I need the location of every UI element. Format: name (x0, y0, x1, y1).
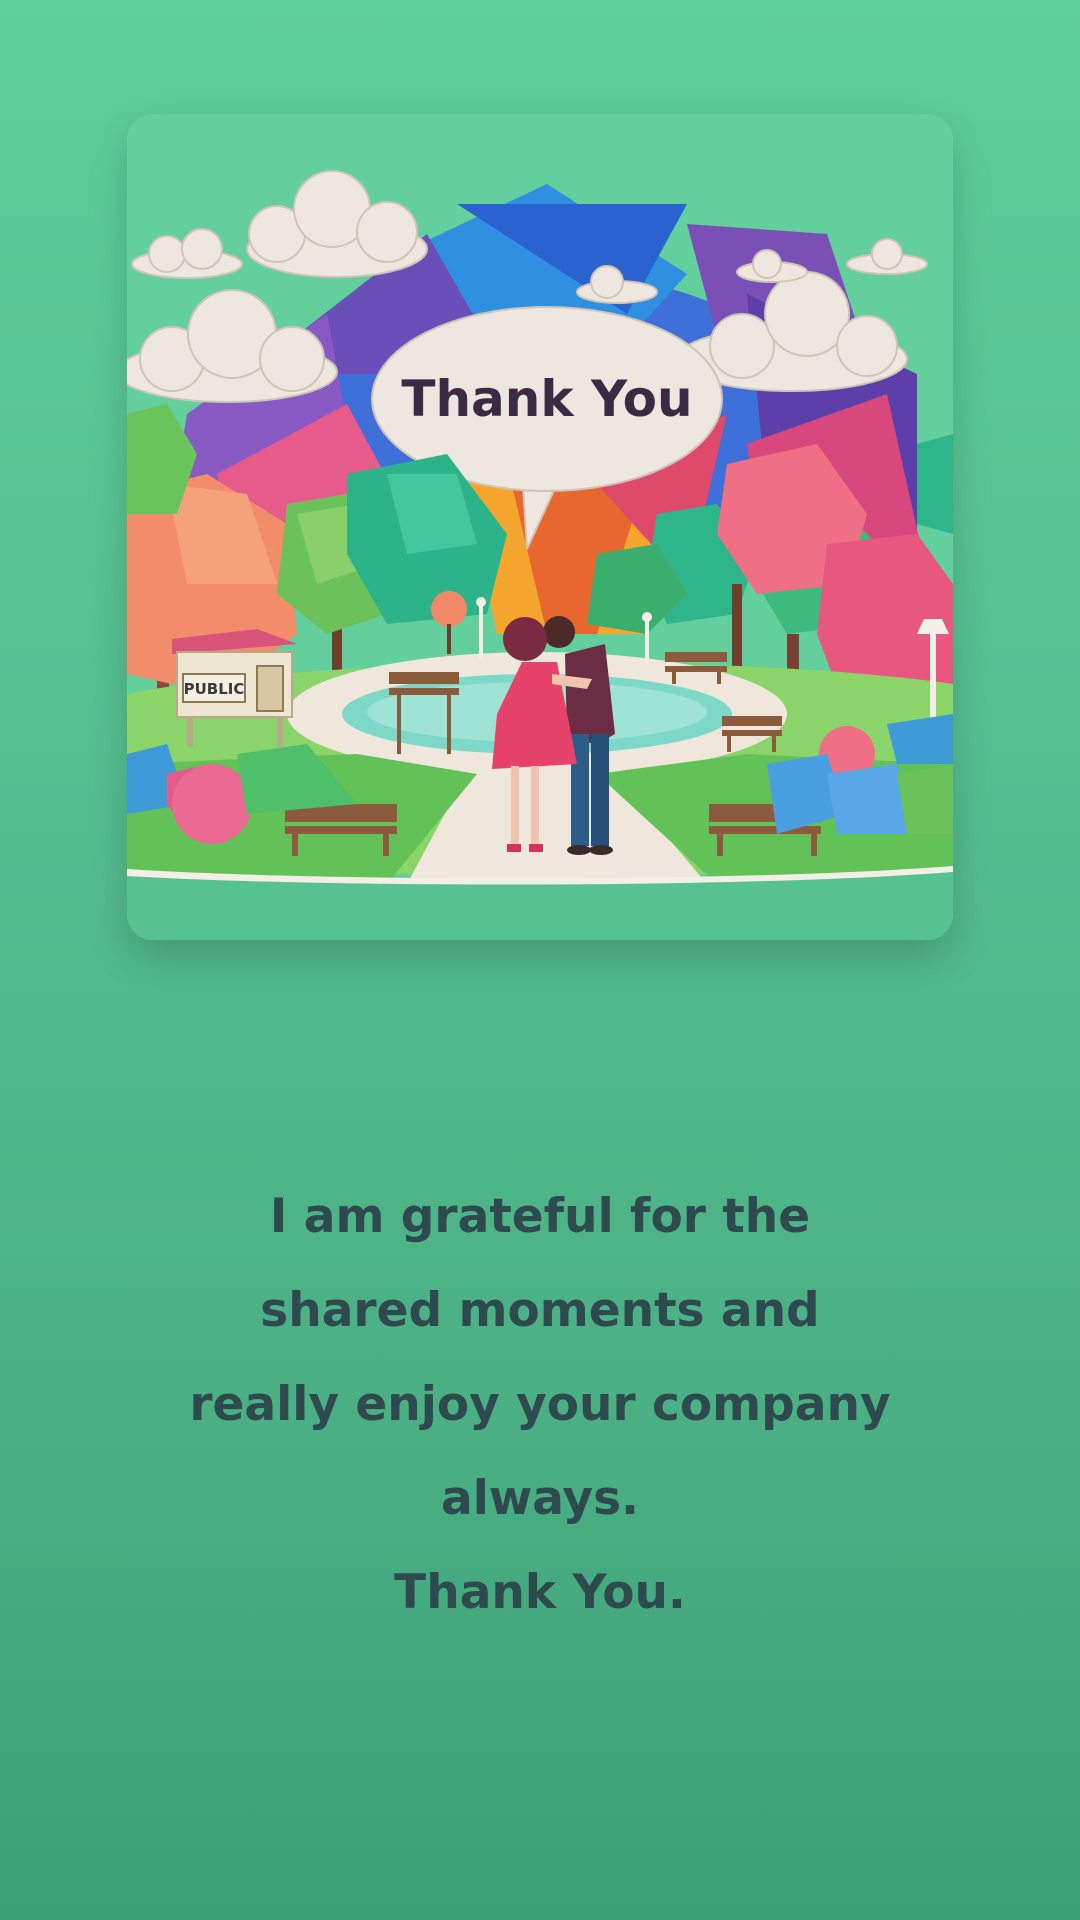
thank-you-message: I am grateful for the shared moments and… (120, 1170, 960, 1640)
message-line-3: really enjoy your company (189, 1377, 891, 1432)
message-line-5: Thank You. (394, 1565, 686, 1620)
bubble-label: Thank You (401, 370, 692, 428)
message-line-1: I am grateful for the (269, 1189, 811, 1244)
park-illustration: Thank You PUBLIC (127, 114, 953, 940)
public-sign-label: PUBLIC (184, 680, 245, 698)
message-line-4: always. (441, 1471, 639, 1526)
thank-you-card-image: Thank You PUBLIC (127, 114, 953, 940)
message-line-2: shared moments and (260, 1283, 820, 1338)
